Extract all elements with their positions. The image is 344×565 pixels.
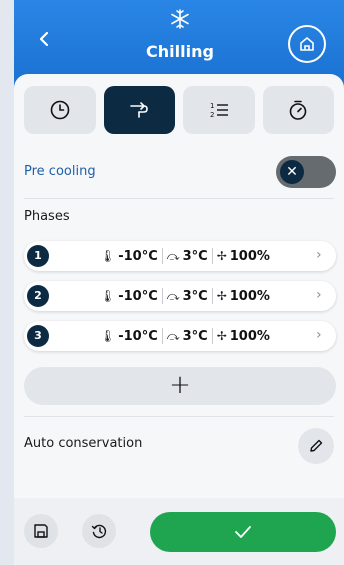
stopwatch-icon xyxy=(289,100,307,120)
checkmark-icon xyxy=(235,526,251,538)
tab-timer[interactable] xyxy=(262,86,334,134)
fan-speed: 100% xyxy=(229,288,270,304)
probe-icon: ⤼ xyxy=(166,328,180,343)
phase-values: 🌡 -10°C ⤼ 3°C ✢ 100% xyxy=(100,281,270,311)
divider xyxy=(24,416,334,417)
phase-values: 🌡 -10°C ⤼ 3°C ✢ 100% xyxy=(100,321,270,351)
main-panel: 1 2 Pre cooling ✕ Phases 1 🌡 -10°C ⤼ 3°C… xyxy=(14,74,344,565)
snowflake-icon xyxy=(168,8,192,32)
air-temperature: -10°C xyxy=(118,288,158,304)
thermometer-icon: 🌡 xyxy=(100,329,116,343)
clock-icon xyxy=(50,100,70,120)
fan-speed: 100% xyxy=(229,248,270,264)
phase-row-3[interactable]: 3 🌡 -10°C ⤼ 3°C ✢ 100% › xyxy=(24,321,336,351)
fan-icon: ✢ xyxy=(216,289,227,303)
separator xyxy=(161,328,163,344)
chevron-left-icon xyxy=(39,31,49,47)
core-temperature: 3°C xyxy=(182,288,208,304)
header: Chilling xyxy=(14,0,344,80)
history-icon xyxy=(91,524,107,539)
phase-row-1[interactable]: 1 🌡 -10°C ⤼ 3°C ✢ 100% › xyxy=(24,241,336,271)
thermometer-icon: 🌡 xyxy=(100,289,116,303)
probe-icon xyxy=(130,102,149,118)
svg-text:1: 1 xyxy=(210,102,214,110)
tab-probe[interactable] xyxy=(103,86,175,134)
fan-icon: ✢ xyxy=(216,249,227,263)
air-temperature: -10°C xyxy=(118,248,158,264)
core-temperature: 3°C xyxy=(182,328,208,344)
app-window: Chilling 1 2 Pre cooling ✕ Phases 1 🌡 -1… xyxy=(14,0,344,565)
separator xyxy=(161,288,163,304)
history-button[interactable] xyxy=(82,514,116,548)
phase-number: 3 xyxy=(27,325,49,347)
chevron-right-icon: › xyxy=(316,247,322,263)
precooling-row: Pre cooling ✕ xyxy=(24,156,336,188)
auto-conservation-label: Auto conservation xyxy=(24,436,143,451)
home-button[interactable] xyxy=(288,25,326,63)
precooling-label: Pre cooling xyxy=(24,164,96,179)
close-icon: ✕ xyxy=(280,160,304,184)
thermometer-icon: 🌡 xyxy=(100,249,116,263)
chevron-right-icon: › xyxy=(316,327,322,343)
edit-auto-conservation-button[interactable] xyxy=(298,428,334,464)
phase-number: 1 xyxy=(27,245,49,267)
save-icon xyxy=(34,524,48,538)
precooling-toggle[interactable]: ✕ xyxy=(276,156,336,188)
divider xyxy=(24,198,334,199)
phases-heading: Phases xyxy=(24,209,70,224)
numbered-list-icon: 1 2 xyxy=(210,102,228,119)
home-icon xyxy=(300,37,314,51)
phase-values: 🌡 -10°C ⤼ 3°C ✢ 100% xyxy=(100,241,270,271)
footer-bar xyxy=(14,498,344,565)
svg-text:2: 2 xyxy=(210,111,214,119)
separator xyxy=(211,328,213,344)
add-phase-button[interactable]: + xyxy=(24,367,336,405)
fan-speed: 100% xyxy=(229,328,270,344)
core-temperature: 3°C xyxy=(182,248,208,264)
phase-number: 2 xyxy=(27,285,49,307)
tab-time[interactable] xyxy=(24,86,96,134)
separator xyxy=(211,288,213,304)
air-temperature: -10°C xyxy=(118,328,158,344)
save-button[interactable] xyxy=(24,514,58,548)
probe-icon: ⤼ xyxy=(166,288,180,303)
tab-phases-list[interactable]: 1 2 xyxy=(183,86,255,134)
back-button[interactable] xyxy=(36,30,54,48)
separator xyxy=(211,248,213,264)
fan-icon: ✢ xyxy=(216,329,227,343)
left-background xyxy=(0,0,14,565)
phase-row-2[interactable]: 2 🌡 -10°C ⤼ 3°C ✢ 100% › xyxy=(24,281,336,311)
page-title: Chilling xyxy=(146,42,214,61)
pencil-icon xyxy=(310,439,323,452)
probe-icon: ⤼ xyxy=(166,248,180,263)
confirm-button[interactable] xyxy=(150,512,336,552)
mode-tabs: 1 2 xyxy=(24,86,334,134)
chevron-right-icon: › xyxy=(316,287,322,303)
separator xyxy=(161,248,163,264)
